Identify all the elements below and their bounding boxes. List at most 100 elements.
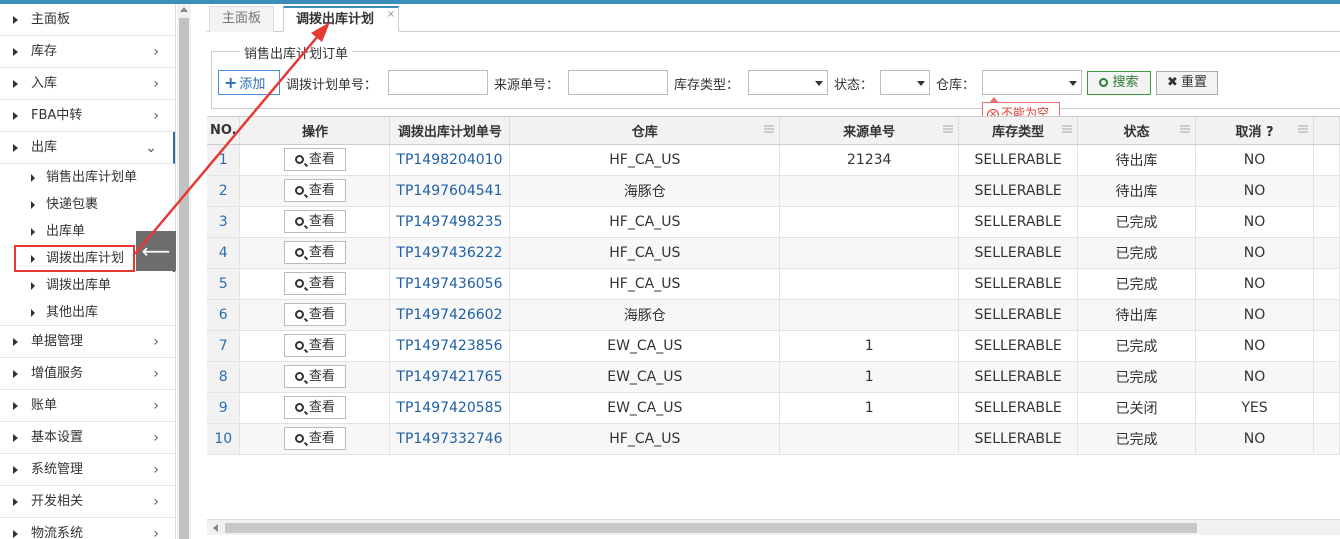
column-menu-icon[interactable] bbox=[1180, 125, 1191, 133]
table-row[interactable]: 1 查看 TP1498204010 HF_CA_US 21234 SELLERABLE 待出… bbox=[207, 144, 1340, 176]
sidebar-item-basic-settings[interactable]: 基本设置 › bbox=[0, 422, 175, 454]
sidebar-subitem-transfer-outbound-order[interactable]: 调拨出库单 bbox=[0, 272, 175, 299]
column-menu-icon[interactable] bbox=[764, 125, 775, 133]
cell-plan-no[interactable]: TP1497421765 bbox=[389, 361, 511, 393]
cell-stock-type: SELLERABLE bbox=[958, 268, 1079, 300]
cell-plan-no[interactable]: TP1497420585 bbox=[389, 392, 511, 424]
col-header-action[interactable]: 操作 bbox=[239, 117, 391, 145]
cell-filler bbox=[1313, 175, 1340, 207]
col-header-no[interactable]: NO. bbox=[207, 117, 241, 145]
view-button[interactable]: 查看 bbox=[283, 365, 346, 388]
table-row[interactable]: 4 查看 TP1497436222 HF_CA_US SELLERABLE 已完成 NO bbox=[207, 237, 1340, 269]
view-button[interactable]: 查看 bbox=[283, 241, 346, 264]
table-row[interactable]: 5 查看 TP1497436056 HF_CA_US SELLERABLE 已完成 NO bbox=[207, 268, 1340, 300]
scroll-up-icon[interactable] bbox=[180, 7, 188, 12]
cell-plan-no[interactable]: TP1498204010 bbox=[389, 144, 511, 176]
sidebar-item-value-added[interactable]: 增值服务 › bbox=[0, 358, 175, 390]
caret-right-icon bbox=[31, 309, 35, 317]
table-row[interactable]: 9 查看 TP1497420585 EW_CA_US 1 SELLERABLE 已关闭 YES bbox=[207, 392, 1340, 424]
sidebar-item-billing[interactable]: 账单 › bbox=[0, 390, 175, 422]
col-header-warehouse[interactable]: 仓库 bbox=[509, 117, 781, 145]
sidebar-item-dashboard[interactable]: 主面板 bbox=[0, 4, 175, 36]
cell-filler bbox=[1313, 392, 1340, 424]
reset-button[interactable]: ✖ 重置 bbox=[1156, 71, 1218, 95]
sidebar-item-logistics[interactable]: 物流系统 › bbox=[0, 518, 175, 539]
view-button-label: 查看 bbox=[308, 276, 335, 291]
source-no-input[interactable] bbox=[568, 70, 668, 95]
sidebar-item-inventory[interactable]: 库存 › bbox=[0, 36, 175, 68]
sidebar-item-system-management[interactable]: 系统管理 › bbox=[0, 454, 175, 486]
sidebar-scrollbar[interactable] bbox=[177, 4, 191, 539]
sidebar-item-development[interactable]: 开发相关 › bbox=[0, 486, 175, 518]
col-header-source-no[interactable]: 来源单号 bbox=[779, 117, 960, 145]
close-icon[interactable]: × bbox=[387, 3, 395, 27]
view-button[interactable]: 查看 bbox=[283, 427, 346, 450]
warehouse-select[interactable] bbox=[982, 70, 1082, 95]
cell-status: 待出库 bbox=[1077, 144, 1197, 176]
caret-right-icon bbox=[13, 144, 18, 152]
tab-dashboard[interactable]: 主面板 bbox=[209, 6, 275, 32]
sidebar-subitem-other-outbound[interactable]: 其他出库 bbox=[0, 299, 175, 326]
table-row[interactable]: 10 查看 TP1497332746 HF_CA_US SELLERABLE 已完成 NO bbox=[207, 423, 1340, 455]
sidebar-item-fba[interactable]: FBA中转 › bbox=[0, 100, 175, 132]
cell-cancel: NO bbox=[1195, 330, 1314, 362]
search-button-label: 搜索 bbox=[1112, 75, 1139, 90]
cell-plan-no[interactable]: TP1497332746 bbox=[389, 423, 511, 455]
view-button[interactable]: 查看 bbox=[283, 179, 346, 202]
view-button-label: 查看 bbox=[308, 245, 335, 260]
tab-transfer-outbound-plan[interactable]: 调拨出库计划 × bbox=[283, 6, 399, 32]
sidebar-item-documents[interactable]: 单据管理 › bbox=[0, 326, 175, 358]
cell-plan-no[interactable]: TP1497423856 bbox=[389, 330, 511, 362]
cell-no: 3 bbox=[207, 206, 241, 238]
view-button[interactable]: 查看 bbox=[283, 148, 346, 171]
view-button[interactable]: 查看 bbox=[283, 272, 346, 295]
table-row[interactable]: 2 查看 TP1497604541 海豚仓 SELLERABLE 待出库 NO bbox=[207, 175, 1340, 207]
sidebar-item-outbound[interactable]: 出库 ⌄ bbox=[0, 132, 175, 164]
column-menu-icon[interactable] bbox=[1062, 125, 1073, 133]
column-menu-icon[interactable] bbox=[943, 125, 954, 133]
cell-stock-type: SELLERABLE bbox=[958, 361, 1079, 393]
column-menu-icon[interactable] bbox=[1297, 125, 1308, 133]
col-header-status[interactable]: 状态 bbox=[1077, 117, 1197, 145]
source-no-label: 来源单号： bbox=[494, 78, 560, 93]
table-row[interactable]: 8 查看 TP1497421765 EW_CA_US 1 SELLERABLE 已完成 NO bbox=[207, 361, 1340, 393]
search-button[interactable]: 搜索 bbox=[1087, 71, 1151, 95]
grid-horizontal-scrollbar[interactable] bbox=[207, 519, 1340, 535]
scrollbar-thumb[interactable] bbox=[225, 523, 1197, 533]
sidebar-item-label: 账单 bbox=[31, 398, 58, 413]
stock-type-select[interactable] bbox=[748, 70, 828, 95]
sidebar-subitem-express-parcel[interactable]: 快递包裹 bbox=[0, 191, 175, 218]
plus-icon: + bbox=[224, 73, 238, 92]
view-button-label: 查看 bbox=[308, 307, 335, 322]
table-row[interactable]: 7 查看 TP1497423856 EW_CA_US 1 SELLERABLE 已完成 NO bbox=[207, 330, 1340, 362]
scroll-left-icon[interactable] bbox=[213, 524, 218, 532]
cell-stock-type: SELLERABLE bbox=[958, 175, 1079, 207]
sidebar-item-inbound[interactable]: 入库 › bbox=[0, 68, 175, 100]
status-select[interactable] bbox=[880, 70, 930, 95]
col-header-plan-no[interactable]: 调拨出库计划单号 bbox=[389, 117, 511, 145]
collapse-sidebar-arrow-icon[interactable]: ⟵ bbox=[136, 231, 176, 271]
cell-source-no: 1 bbox=[779, 392, 960, 424]
add-button[interactable]: + 添加 bbox=[218, 70, 280, 95]
cell-plan-no[interactable]: TP1497436222 bbox=[389, 237, 511, 269]
scrollbar-thumb[interactable] bbox=[179, 18, 189, 539]
sidebar-subitem-sales-outbound-plan[interactable]: 销售出库计划单 bbox=[0, 164, 175, 191]
cell-warehouse: HF_CA_US bbox=[509, 144, 781, 176]
view-button-label: 查看 bbox=[308, 214, 335, 229]
cell-plan-no[interactable]: TP1497498235 bbox=[389, 206, 511, 238]
col-header-cancel[interactable]: 取消 ? bbox=[1195, 117, 1314, 145]
col-header-stock-type[interactable]: 库存类型 bbox=[958, 117, 1079, 145]
view-button[interactable]: 查看 bbox=[283, 396, 346, 419]
table-row[interactable]: 6 查看 TP1497426602 海豚仓 SELLERABLE 待出库 NO bbox=[207, 299, 1340, 331]
view-button[interactable]: 查看 bbox=[283, 334, 346, 357]
cell-no: 9 bbox=[207, 392, 241, 424]
cell-plan-no[interactable]: TP1497604541 bbox=[389, 175, 511, 207]
plan-no-input[interactable] bbox=[388, 70, 488, 95]
view-button[interactable]: 查看 bbox=[283, 210, 346, 233]
cell-filler bbox=[1313, 299, 1340, 331]
cell-plan-no[interactable]: TP1497436056 bbox=[389, 268, 511, 300]
table-row[interactable]: 3 查看 TP1497498235 HF_CA_US SELLERABLE 已完成 NO bbox=[207, 206, 1340, 238]
view-button[interactable]: 查看 bbox=[283, 303, 346, 326]
col-header-filler bbox=[1313, 117, 1340, 145]
cell-plan-no[interactable]: TP1497426602 bbox=[389, 299, 511, 331]
